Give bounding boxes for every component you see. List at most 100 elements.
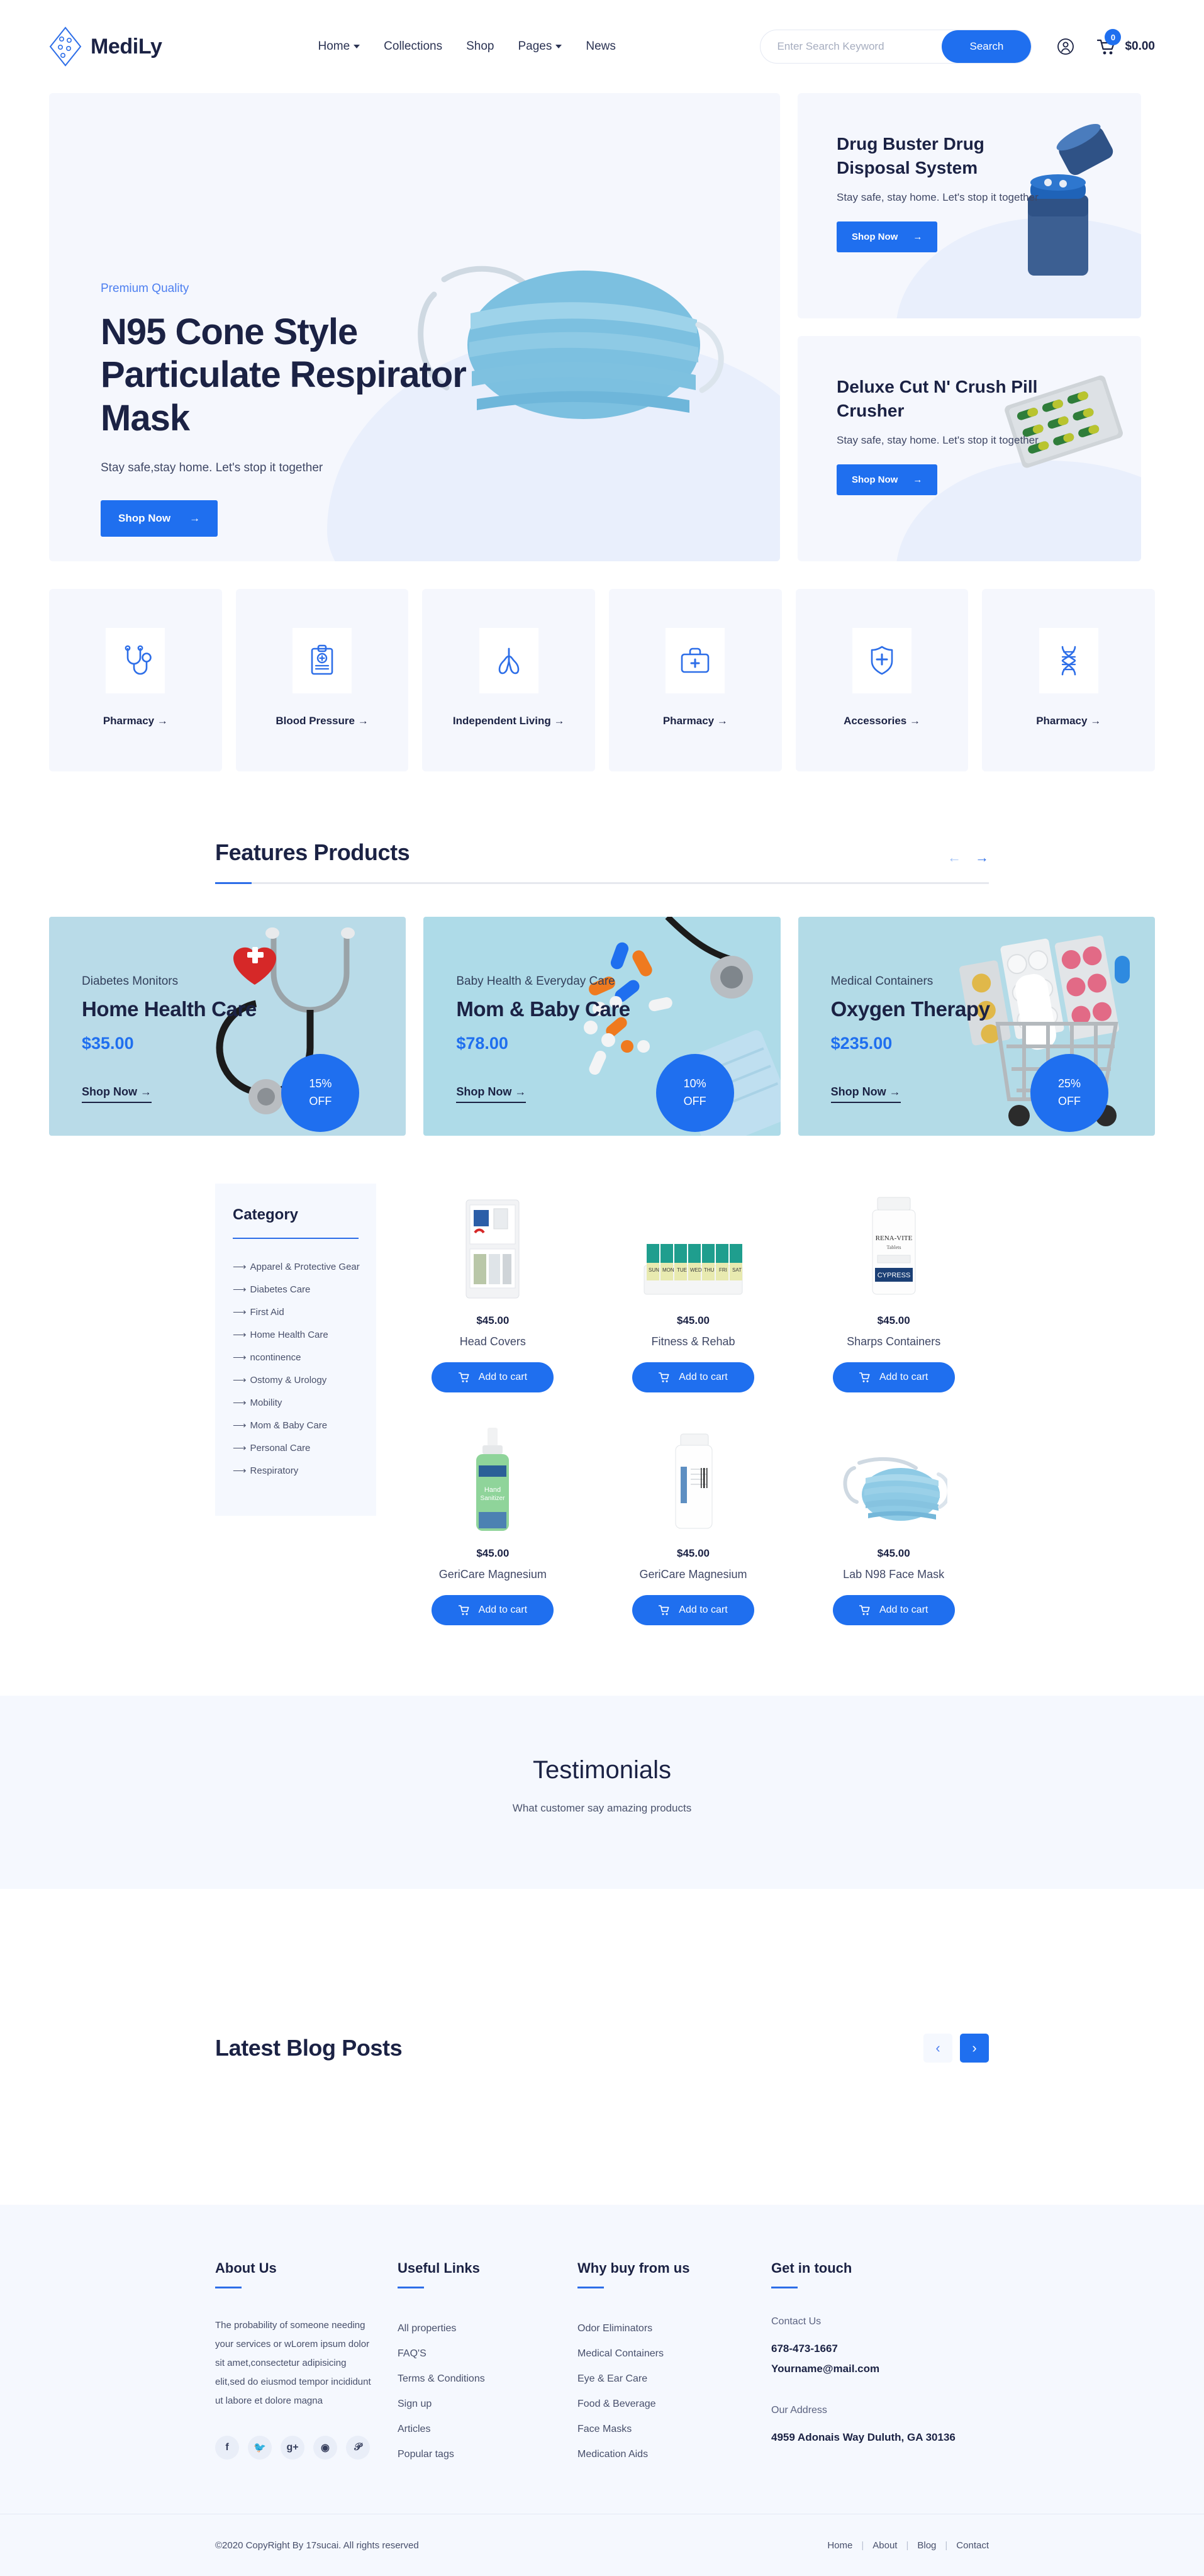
product-card-lab-n98-face-mask[interactable]: $45.00 Lab N98 Face Mask Add to cart xyxy=(798,1416,989,1625)
hero-subtitle: Stay safe,stay home. Let's stop it toget… xyxy=(101,461,323,475)
category-card-pharmacy-1[interactable]: Pharmacy → xyxy=(49,589,222,771)
promo-shop-now-button[interactable]: Shop Now → xyxy=(837,221,938,252)
arrow-right-icon: → xyxy=(913,231,923,242)
google-plus-icon[interactable]: g+ xyxy=(281,2436,304,2460)
vitamin-bottle-image: RENA-VITE Tablets CYPRESS xyxy=(872,1197,916,1295)
button-label: Add to cart xyxy=(879,1604,928,1615)
footer-link-articles[interactable]: Articles xyxy=(398,2417,577,2442)
add-to-cart-button[interactable]: Add to cart xyxy=(432,1362,554,1392)
nav-item-news[interactable]: News xyxy=(586,40,616,53)
bottom-link-contact[interactable]: Contact xyxy=(956,2540,989,2551)
category-card-pharmacy-2[interactable]: Pharmacy → xyxy=(609,589,782,771)
sidebar-item-diabetes-care[interactable]: ⟶ Diabetes Care xyxy=(233,1278,359,1301)
footer-link-face-masks[interactable]: Face Masks xyxy=(577,2417,771,2442)
sidebar-item-mobility[interactable]: ⟶ Mobility xyxy=(233,1391,359,1414)
footer-link-eye-ear-care[interactable]: Eye & Ear Care xyxy=(577,2366,771,2392)
discount-percent: 25% xyxy=(1057,1077,1081,1090)
sidebar-item-apparel[interactable]: ⟶ Apparel & Protective Gear xyxy=(233,1255,360,1278)
add-to-cart-button[interactable]: Add to cart xyxy=(632,1595,754,1625)
footer-link-sign-up[interactable]: Sign up xyxy=(398,2392,577,2417)
search-input[interactable] xyxy=(761,30,942,63)
product-grid: $45.00 Head Covers Add to cart SUN MON T… xyxy=(398,1184,989,1625)
sidebar-item-respiratory[interactable]: ⟶ Respiratory xyxy=(233,1459,359,1482)
nav-item-shop[interactable]: Shop xyxy=(466,40,494,53)
add-to-cart-button[interactable]: Add to cart xyxy=(832,1362,955,1392)
add-to-cart-button[interactable]: Add to cart xyxy=(832,1595,955,1625)
arrow-left-icon[interactable]: ← xyxy=(947,849,961,866)
add-to-cart-button[interactable]: Add to cart xyxy=(432,1595,554,1625)
chevron-left-icon[interactable]: ‹ xyxy=(923,2034,952,2063)
product-image-wrapper: SUN MON TUE WED THU FRI SAT xyxy=(640,1184,746,1302)
footer-link-all-properties[interactable]: All properties xyxy=(398,2316,577,2341)
pinterest-icon[interactable]: 𝒫 xyxy=(346,2436,370,2460)
hero-banner[interactable]: Premium Quality N95 Cone Style Particula… xyxy=(49,93,780,561)
cart-icon xyxy=(859,1372,870,1382)
footer-link-medical-containers[interactable]: Medical Containers xyxy=(577,2341,771,2366)
feature-card-mom-baby-care[interactable]: Baby Health & Everyday Care Mom & Baby C… xyxy=(423,917,781,1136)
sidebar-item-personal-care[interactable]: ⟶ Personal Care xyxy=(233,1436,359,1459)
contact-email[interactable]: Yourname@mail.com xyxy=(771,2359,960,2379)
carousel-controls: ← → xyxy=(947,849,989,866)
product-card-head-covers[interactable]: $45.00 Head Covers Add to cart xyxy=(398,1184,588,1392)
discount-badge: 10% OFF xyxy=(655,1054,734,1132)
sidebar-item-incontinence[interactable]: ⟶ ncontinence xyxy=(233,1346,359,1369)
footer-link-food-beverage[interactable]: Food & Beverage xyxy=(577,2392,771,2417)
footer-link-terms[interactable]: Terms & Conditions xyxy=(398,2366,577,2392)
promo-subtitle: Stay safe, stay home. Let's stop it toge… xyxy=(837,191,1039,203)
product-card-fitness-rehab[interactable]: SUN MON TUE WED THU FRI SAT $45.00 Fitness & … xyxy=(598,1184,789,1392)
category-card-accessories[interactable]: Accessories → xyxy=(795,589,969,771)
feature-shop-now-link[interactable]: Shop Now → xyxy=(456,1085,527,1103)
nav-item-collections[interactable]: Collections xyxy=(384,40,442,53)
account-button[interactable] xyxy=(1057,38,1074,55)
sidebar-item-home-health-care[interactable]: ⟶ Home Health Care xyxy=(233,1323,359,1346)
sidebar-item-ostomy-urology[interactable]: ⟶ Ostomy & Urology xyxy=(233,1369,359,1391)
sidebar-item-label: Personal Care xyxy=(250,1442,311,1453)
hero-shop-now-button[interactable]: Shop Now → xyxy=(101,500,218,537)
sidebar-item-label: Mom & Baby Care xyxy=(250,1420,328,1431)
cart-icon xyxy=(659,1604,669,1615)
category-card-blood-pressure[interactable]: Blood Pressure → xyxy=(235,589,409,771)
promo-card-pill-crusher[interactable]: Deluxe Cut N' Crush Pill Crusher Stay sa… xyxy=(798,336,1141,561)
twitter-icon[interactable]: 🐦 xyxy=(248,2436,272,2460)
product-card-gericare-magnesium-1[interactable]: Hand Sanitizer $45.00 GeriCare Magnesium… xyxy=(398,1416,588,1625)
dribbble-icon[interactable]: ◉ xyxy=(313,2436,337,2460)
feature-card-home-health-care[interactable]: Diabetes Monitors Home Health Care $35.0… xyxy=(49,917,406,1136)
footer-columns: About Us The probability of someone need… xyxy=(215,2260,989,2467)
chevron-right-icon[interactable]: › xyxy=(960,2034,989,2063)
about-text: The probability of someone needing your … xyxy=(215,2320,371,2406)
search-button[interactable]: Search xyxy=(942,30,1032,63)
category-card-independent-living[interactable]: Independent Living → xyxy=(422,589,596,771)
footer-link-faqs[interactable]: FAQ'S xyxy=(398,2341,577,2366)
footer-link-medication-aids[interactable]: Medication Aids xyxy=(577,2442,771,2467)
discount-word: OFF xyxy=(683,1095,706,1107)
bottom-link-home[interactable]: Home xyxy=(827,2540,852,2551)
shield-medical-icon xyxy=(871,646,893,675)
sidebar-item-first-aid[interactable]: ⟶ First Aid xyxy=(233,1301,359,1323)
nav-item-home[interactable]: Home xyxy=(318,40,360,53)
brand-logo[interactable]: MediLy xyxy=(49,26,162,67)
sidebar-item-mom-baby-care[interactable]: ⟶ Mom & Baby Care xyxy=(233,1414,359,1436)
svg-text:Sanitizer: Sanitizer xyxy=(481,1495,506,1502)
weekly-pill-organizer-image: SUN MON TUE WED THU FRI SAT xyxy=(644,1244,743,1295)
user-icon xyxy=(1057,38,1074,55)
footer-link-popular-tags[interactable]: Popular tags xyxy=(398,2442,577,2467)
feature-card-oxygen-therapy[interactable]: Medical Containers Oxygen Therapy $235.0… xyxy=(798,917,1155,1136)
feature-shop-now-link[interactable]: Shop Now → xyxy=(82,1085,152,1103)
nav-item-pages[interactable]: Pages xyxy=(518,40,562,53)
footer-link-odor-eliminators[interactable]: Odor Eliminators xyxy=(577,2316,771,2341)
add-to-cart-button[interactable]: Add to cart xyxy=(632,1362,754,1392)
product-card-sharps-containers[interactable]: RENA-VITE Tablets CYPRESS $45.00 Sharps … xyxy=(798,1184,989,1392)
promo-card-drug-buster[interactable]: Drug Buster Drug Disposal System Stay sa… xyxy=(798,93,1141,318)
category-card-pharmacy-3[interactable]: Pharmacy → xyxy=(982,589,1156,771)
cart-button[interactable]: 0 $0.00 xyxy=(1097,29,1155,55)
product-price: $45.00 xyxy=(676,1547,710,1559)
bottom-link-about[interactable]: About xyxy=(872,2540,897,2551)
arrow-right-icon[interactable]: → xyxy=(975,849,989,866)
facebook-icon[interactable]: f xyxy=(215,2436,239,2460)
promo-shop-now-button[interactable]: Shop Now → xyxy=(837,464,938,495)
contact-phone[interactable]: 678-473-1667 xyxy=(771,2339,960,2359)
product-card-gericare-magnesium-2[interactable]: $45.00 GeriCare Magnesium Add to cart xyxy=(598,1416,789,1625)
feature-shop-now-link[interactable]: Shop Now → xyxy=(830,1085,901,1103)
bottom-link-blog[interactable]: Blog xyxy=(917,2540,936,2551)
